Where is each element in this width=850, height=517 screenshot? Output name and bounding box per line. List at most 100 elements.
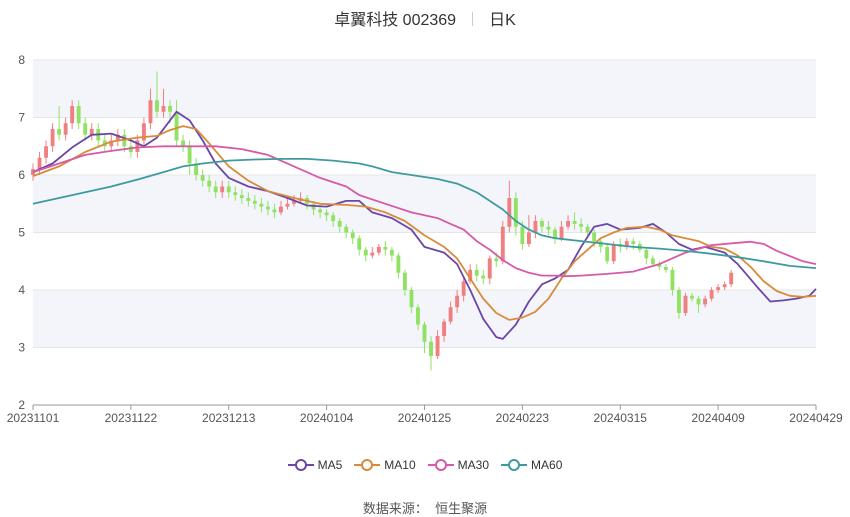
legend-marker-icon (501, 459, 528, 471)
candle-body (579, 223, 584, 227)
candle-body (402, 272, 407, 290)
candle-down (605, 244, 610, 265)
candle-body (181, 140, 186, 147)
legend-marker-icon (287, 459, 314, 471)
x-tick-label: 20240104 (300, 411, 354, 425)
candle-body (350, 232, 355, 239)
y-tick-label: 3 (18, 341, 25, 355)
candle-down (389, 246, 394, 262)
legend-item-ma10[interactable]: MA10 (354, 458, 416, 472)
candle-body (44, 146, 48, 158)
legend-marker-icon (427, 459, 454, 471)
candle-body (605, 246, 610, 262)
candle-up (44, 140, 48, 164)
candle-down (396, 252, 401, 279)
candle-body (389, 249, 394, 256)
candle-body (526, 232, 531, 244)
candle-body (187, 146, 192, 164)
candlestick-chart: 2 3 4 5 6 7 8 20231101 20231122 20231213 20240104 2… (7, 53, 843, 425)
candle-body (161, 106, 166, 112)
candle-body (246, 198, 251, 201)
candle-body (566, 221, 570, 227)
candle-down (422, 321, 427, 354)
candle-body (155, 100, 159, 112)
candle-body (520, 226, 525, 244)
candle-up (63, 117, 68, 141)
x-tick-label: 20231122 (105, 411, 158, 425)
candle-body (683, 295, 688, 313)
candle-body (553, 229, 557, 239)
legend-label: MA30 (457, 458, 490, 472)
source-label: 数据来源： (362, 501, 428, 516)
grid-band (33, 175, 816, 233)
candle-body (213, 186, 218, 193)
candle-body (63, 123, 68, 135)
data-source: 数据来源： 恒生聚源 (0, 498, 850, 517)
legend-label: MA60 (531, 458, 563, 472)
candle-body (650, 258, 655, 265)
candle-body (174, 111, 179, 141)
x-tick-label: 20240315 (594, 411, 648, 425)
candle-body (474, 269, 479, 276)
candle-body (644, 249, 649, 259)
legend: MA5 MA10 MA30 MA60 (0, 458, 850, 475)
candle-body (592, 232, 597, 242)
candle-down (383, 241, 388, 256)
legend-item-ma5[interactable]: MA5 (287, 458, 343, 472)
candle-down (481, 269, 486, 285)
candle-body (396, 255, 401, 273)
x-tick-label: 20231213 (202, 411, 256, 425)
candle-up (370, 246, 375, 259)
candle-body (690, 295, 694, 299)
candle-body (233, 192, 238, 196)
candle-body (507, 198, 512, 227)
candle-body (168, 106, 172, 112)
y-tick-label: 6 (18, 168, 25, 182)
candle-body (487, 258, 492, 279)
candle-body (363, 249, 368, 256)
candle-body (670, 269, 675, 290)
x-tick-label: 20240223 (496, 411, 550, 425)
candle-body (429, 341, 433, 357)
candle-up (624, 238, 629, 250)
legend-item-ma30[interactable]: MA30 (427, 458, 490, 472)
candle-body (533, 221, 538, 233)
candle-body (272, 209, 277, 213)
legend-item-ma60[interactable]: MA60 (501, 458, 562, 472)
candle-body (252, 200, 257, 204)
candle-down (631, 238, 636, 250)
candle-up (50, 123, 55, 152)
candle-down (474, 264, 479, 282)
candle-body (344, 226, 349, 233)
candle-body (83, 123, 88, 135)
candle-body (677, 290, 681, 313)
candle-body (324, 212, 329, 216)
candle-body (70, 106, 75, 124)
candle-body (611, 244, 616, 262)
candle-body (337, 221, 342, 227)
candle-body (226, 186, 231, 193)
candle-up (722, 281, 727, 290)
candle-body (200, 175, 205, 181)
candle-down (644, 246, 649, 265)
x-tick-label: 20240125 (398, 411, 452, 425)
candle-body (76, 106, 81, 124)
candle-down (363, 246, 368, 262)
candle-body (461, 281, 466, 296)
candle-body (435, 336, 440, 357)
candle-body (494, 258, 499, 262)
candle-up (683, 292, 688, 316)
candle-body (716, 287, 721, 290)
candle-body (729, 272, 734, 285)
candle-body (696, 298, 701, 305)
x-tick-label: 20240409 (691, 411, 745, 425)
candle-body (559, 226, 564, 239)
legend-label: MA5 (317, 458, 343, 472)
candle-up (89, 123, 94, 141)
candle-body (383, 246, 388, 250)
candle-body (572, 221, 577, 224)
candle-up (487, 255, 492, 285)
y-tick-label: 2 (18, 398, 25, 412)
candle-body (357, 238, 362, 250)
candle-body (259, 203, 264, 207)
